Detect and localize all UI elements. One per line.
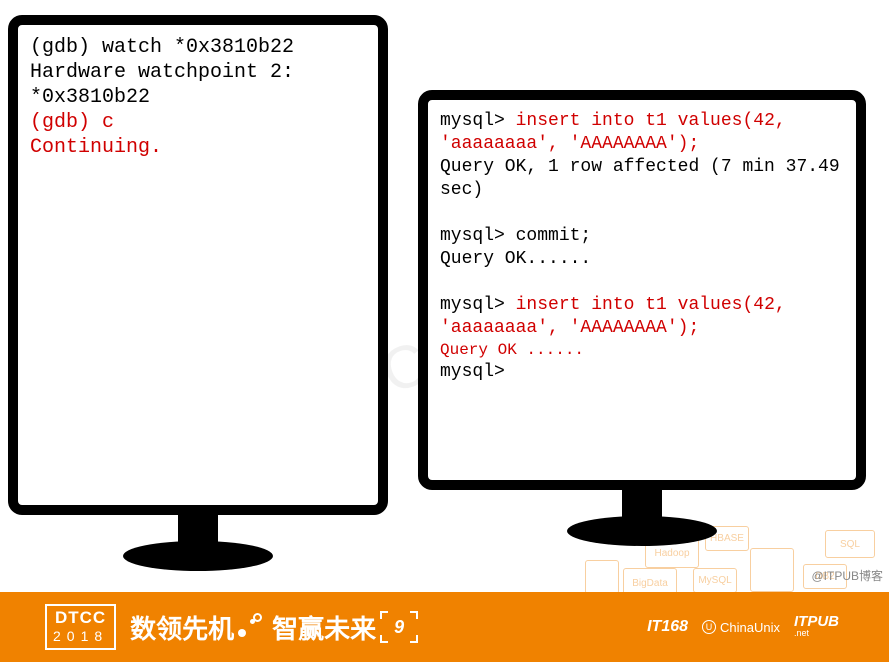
footer-banner: DTCC 2018 数领先机 智赢未来 9 IT168 U ChinaUnix … — [0, 592, 889, 662]
mysql-insert-1: mysql> insert into t1 values(42, 'aaaaaa… — [440, 110, 844, 156]
brand-area: IT168 U ChinaUnix ITPUB .net — [647, 616, 839, 638]
dot-cluster-icon — [238, 613, 268, 641]
slogan-part-b: 智赢未来 — [272, 609, 376, 646]
mysql-queryok-1: Query OK, 1 row affected (7 min 37.49 se… — [440, 156, 844, 202]
dtcc-year: 2018 — [53, 628, 108, 644]
mysql-insert-2: mysql> insert into t1 values(42, 'aaaaaa… — [440, 294, 844, 340]
mysql-queryok-2: Query OK...... — [440, 248, 844, 271]
blank-2 — [440, 271, 844, 294]
blank-1 — [440, 202, 844, 225]
monitor-stand-right — [582, 490, 702, 550]
dtcc-logo-box: DTCC 2018 — [45, 604, 116, 650]
terminal-gdb: (gdb) watch *0x3810b22 Hardware watchpoi… — [8, 15, 388, 515]
gdb-line-hw: Hardware watchpoint 2: *0x3810b22 — [30, 60, 366, 110]
monitor-left: (gdb) watch *0x3810b22 Hardware watchpoi… — [8, 15, 388, 575]
monitor-stand-left — [138, 515, 258, 575]
mysql-queryok-3: Query OK ...... — [440, 340, 844, 360]
u-circle-icon: U — [702, 620, 716, 634]
gdb-line-watch: (gdb) watch *0x3810b22 — [30, 35, 366, 60]
brand-itpub: ITPUB .net — [794, 616, 839, 638]
terminal-mysql: mysql> insert into t1 values(42, 'aaaaaa… — [418, 90, 866, 490]
mysql-prompt: mysql> — [440, 361, 844, 384]
hex-mysql: MySQL — [693, 568, 737, 593]
hex-empty2 — [585, 560, 619, 594]
hex-empty1 — [750, 548, 794, 592]
gdb-line-continuing: Continuing. — [30, 135, 366, 160]
monitor-right: mysql> insert into t1 values(42, 'aaaaaa… — [418, 90, 866, 550]
slogan-part-a: 数领先机 — [130, 609, 234, 646]
slogan: 数领先机 智赢未来 9 — [130, 609, 416, 646]
brand-chinaunix: U ChinaUnix — [702, 620, 780, 635]
gdb-line-continue-cmd: (gdb) c — [30, 110, 366, 135]
brand-it168: IT168 — [647, 618, 688, 636]
side-attribution: @ITPUB博客 — [811, 567, 883, 584]
dtcc-text: DTCC — [53, 608, 108, 628]
edition-badge: 9 — [382, 613, 416, 641]
mysql-commit: mysql> commit; — [440, 225, 844, 248]
